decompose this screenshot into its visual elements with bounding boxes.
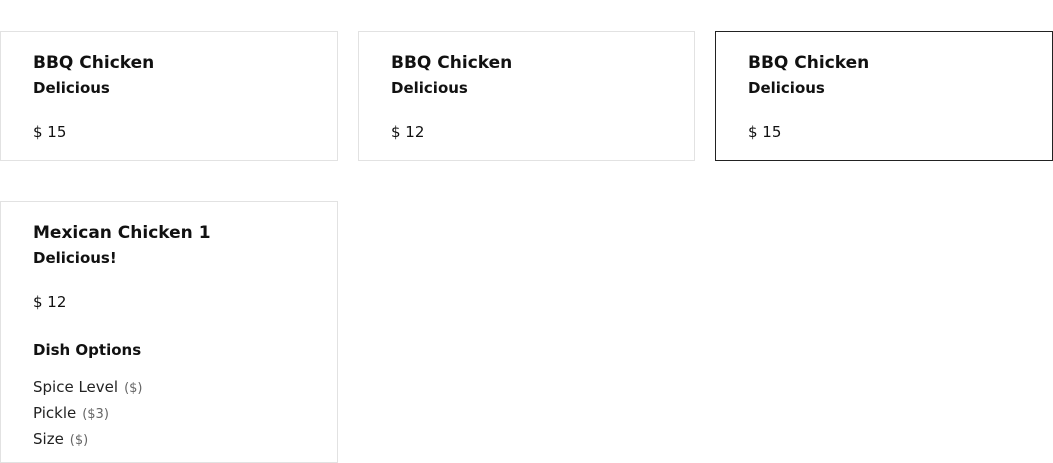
option-price-note: ($): [124, 381, 143, 396]
dish-card-selected[interactable]: BBQ Chicken Delicious $ 15: [715, 31, 1053, 161]
dish-card[interactable]: BBQ Chicken Delicious $ 12: [358, 31, 695, 161]
dish-description: Delicious!: [33, 249, 117, 267]
dish-price: $ 15: [748, 123, 782, 141]
dish-options-heading: Dish Options: [33, 341, 142, 359]
option-label: Pickle: [33, 404, 77, 422]
dish-price: $ 15: [33, 123, 67, 141]
option-price-note: ($3): [82, 407, 109, 422]
option-label: Spice Level: [33, 378, 119, 396]
dish-price: $ 12: [391, 123, 425, 141]
dish-name: BBQ Chicken: [33, 53, 155, 73]
dish-card[interactable]: Mexican Chicken 1 Delicious! $ 12 Dish O…: [0, 201, 338, 463]
dish-option-size: Size ($): [33, 427, 305, 453]
option-price-note: ($): [69, 433, 89, 448]
option-label: Size: [33, 430, 64, 448]
dish-grid: BBQ Chicken Delicious $ 15 BBQ Chicken D…: [0, 0, 1053, 463]
dish-options-list: Spice Level ($) Pickle ($3) Size ($): [33, 375, 305, 453]
dish-name: BBQ Chicken: [748, 53, 870, 73]
dish-name: BBQ Chicken: [391, 53, 513, 73]
dish-name: Mexican Chicken 1: [33, 223, 211, 243]
dish-price: $ 12: [33, 293, 67, 311]
dish-card[interactable]: BBQ Chicken Delicious $ 15: [0, 31, 338, 161]
dish-option-pickle: Pickle ($3): [33, 401, 305, 427]
dish-description: Delicious: [391, 79, 468, 97]
dish-description: Delicious: [748, 79, 825, 97]
dish-description: Delicious: [33, 79, 110, 97]
dish-option-spice-level: Spice Level ($): [33, 375, 305, 401]
